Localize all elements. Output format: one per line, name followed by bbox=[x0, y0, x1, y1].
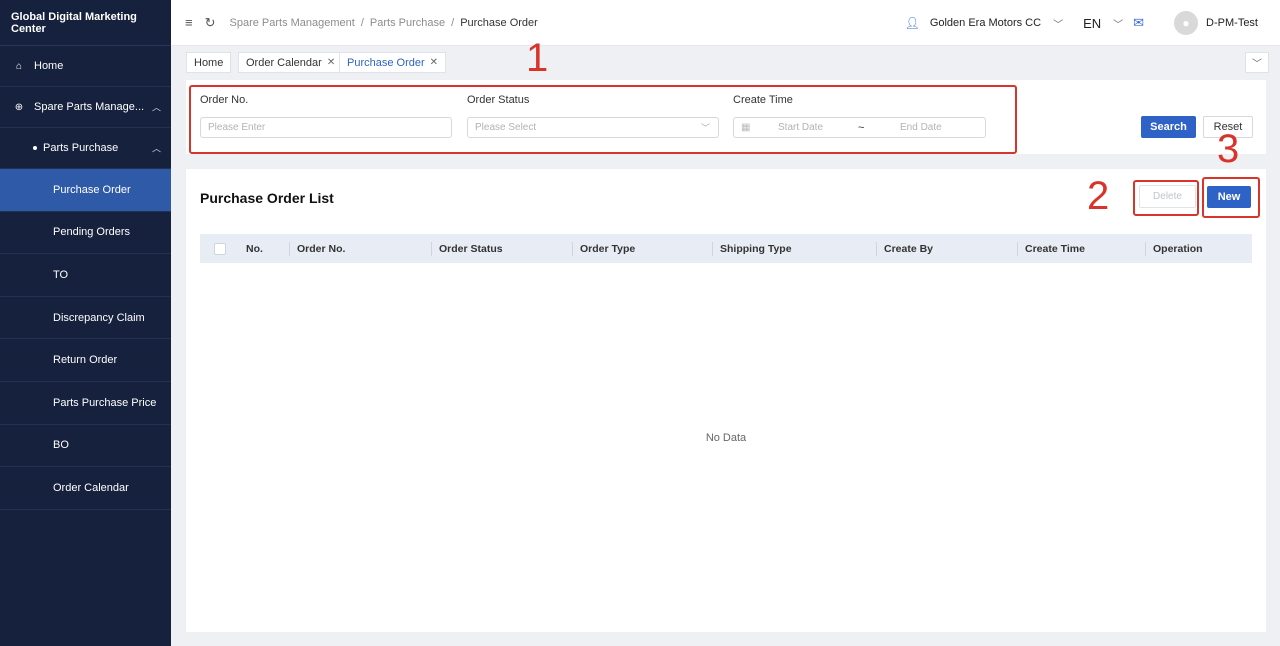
breadcrumb-separator: / bbox=[360, 16, 364, 29]
tab-order-calendar[interactable]: Order Calendar ✕ bbox=[238, 52, 344, 73]
column-header-order-status: Order Status bbox=[439, 242, 503, 255]
sidebar-item-pending-orders[interactable]: Pending Orders bbox=[0, 212, 171, 255]
column-divider bbox=[431, 242, 432, 256]
column-divider bbox=[289, 242, 290, 256]
mail-icon[interactable]: ✉ bbox=[1133, 15, 1144, 31]
tab-label: Home bbox=[194, 56, 224, 69]
column-divider bbox=[712, 242, 713, 256]
tab-purchase-order[interactable]: Purchase Order ✕ bbox=[339, 52, 447, 73]
column-header-operation: Operation bbox=[1153, 242, 1203, 255]
close-icon[interactable]: ✕ bbox=[327, 57, 335, 68]
sidebar-item-parts-purchase[interactable]: Parts Purchase ︿ bbox=[0, 128, 171, 169]
column-header-order-no: Order No. bbox=[297, 242, 346, 255]
breadcrumb-current: Purchase Order bbox=[460, 16, 538, 29]
column-header-shipping-type: Shipping Type bbox=[720, 242, 792, 255]
menu-icon[interactable]: ≡ bbox=[185, 15, 193, 30]
tabs-dropdown[interactable]: ﹀ bbox=[1245, 52, 1269, 73]
top-header: ≡ ↻ Spare Parts Management / Parts Purch… bbox=[171, 0, 1280, 46]
list-panel: Purchase Order List Delete New No. Order… bbox=[186, 169, 1266, 632]
annotation-box-filter bbox=[189, 85, 1017, 154]
refresh-icon[interactable]: ↻ bbox=[205, 15, 216, 31]
table-header: No. Order No. Order Status Order Type Sh… bbox=[200, 234, 1252, 263]
sidebar-item-home[interactable]: ⌂ Home bbox=[0, 46, 171, 87]
sidebar-item-label: Spare Parts Manage... bbox=[34, 101, 145, 113]
sidebar-item-return-order[interactable]: Return Order bbox=[0, 339, 171, 382]
sidebar-item-to[interactable]: TO bbox=[0, 254, 171, 297]
search-button[interactable]: Search bbox=[1141, 116, 1196, 138]
chevron-up-icon: ︿ bbox=[151, 143, 161, 154]
column-header-create-time: Create Time bbox=[1025, 242, 1085, 255]
user-outline-icon: 👤︎ bbox=[904, 16, 920, 30]
sidebar-item-label: TO bbox=[53, 268, 69, 281]
avatar[interactable]: ● bbox=[1174, 11, 1199, 35]
tab-bar: Home Order Calendar ✕ Purchase Order ✕ ﹀ bbox=[186, 52, 1269, 74]
column-header-create-by: Create By bbox=[884, 242, 934, 255]
chevron-down-icon: ﹀ bbox=[1252, 59, 1262, 70]
column-divider bbox=[876, 242, 877, 256]
home-icon: ⌂ bbox=[15, 60, 23, 72]
chevron-up-icon: ︿ bbox=[151, 102, 161, 113]
empty-state: No Data bbox=[705, 432, 747, 444]
annotation-box-delete bbox=[1133, 180, 1199, 216]
app-title: Global Digital Marketing Center bbox=[0, 0, 171, 46]
annotation-number: 1 bbox=[526, 36, 549, 80]
sidebar-item-parts-purchase-price[interactable]: Parts Purchase Price bbox=[0, 382, 171, 425]
plus-circle-icon: ⊕ bbox=[14, 101, 24, 113]
sidebar-item-spare-parts[interactable]: ⊕ Spare Parts Manage... ︿ bbox=[0, 87, 171, 128]
sidebar: Global Digital Marketing Center ⌂ Home ⊕… bbox=[0, 0, 171, 646]
breadcrumb-item[interactable]: Spare Parts Management bbox=[230, 17, 355, 29]
bullet-icon bbox=[33, 146, 37, 150]
sidebar-item-label: Home bbox=[34, 60, 64, 72]
language-selector[interactable]: EN bbox=[1083, 16, 1101, 31]
sidebar-item-label: Return Order bbox=[53, 354, 118, 367]
dealer-selector[interactable]: Golden Era Motors CC bbox=[930, 17, 1041, 29]
sidebar-item-label: Parts Purchase Price bbox=[53, 396, 157, 409]
column-divider bbox=[1145, 242, 1146, 256]
chevron-down-icon[interactable]: ﹀ bbox=[1113, 16, 1123, 31]
sidebar-item-label: Pending Orders bbox=[53, 226, 131, 239]
breadcrumb: Spare Parts Management / Parts Purchase … bbox=[230, 17, 538, 29]
column-divider bbox=[1017, 242, 1018, 256]
list-title: Purchase Order List bbox=[200, 190, 334, 206]
sidebar-item-label: Discrepancy Claim bbox=[53, 311, 145, 324]
close-icon[interactable]: ✕ bbox=[430, 57, 438, 68]
tab-label: Purchase Order bbox=[347, 56, 425, 69]
sidebar-item-label: BO bbox=[53, 439, 69, 452]
sidebar-item-order-calendar[interactable]: Order Calendar bbox=[0, 467, 171, 510]
sidebar-item-purchase-order[interactable]: Purchase Order bbox=[0, 169, 171, 212]
annotation-box-new bbox=[1202, 177, 1260, 218]
breadcrumb-item[interactable]: Parts Purchase bbox=[370, 17, 445, 29]
breadcrumb-separator: / bbox=[451, 16, 455, 29]
user-menu[interactable]: D-PM-Test bbox=[1206, 17, 1258, 29]
annotation-number: 3 bbox=[1217, 127, 1240, 171]
column-header-order-type: Order Type bbox=[580, 242, 636, 255]
sidebar-item-discrepancy-claim[interactable]: Discrepancy Claim bbox=[0, 297, 171, 340]
annotation-number: 2 bbox=[1087, 174, 1110, 218]
sidebar-item-bo[interactable]: BO bbox=[0, 425, 171, 468]
sidebar-item-label: Order Calendar bbox=[53, 481, 129, 494]
sidebar-item-label: Purchase Order bbox=[53, 183, 131, 196]
chevron-down-icon[interactable]: ﹀ bbox=[1053, 16, 1063, 31]
column-divider bbox=[572, 242, 573, 256]
select-all-checkbox[interactable] bbox=[214, 243, 226, 255]
sidebar-item-label: Parts Purchase bbox=[43, 142, 119, 154]
tab-label: Order Calendar bbox=[246, 56, 322, 69]
header-right: 👤︎ Golden Era Motors CC ﹀ EN ﹀ ✉ ● D-PM-… bbox=[905, 0, 1280, 46]
tab-home[interactable]: Home bbox=[186, 52, 232, 73]
column-header-no: No. bbox=[246, 242, 263, 255]
